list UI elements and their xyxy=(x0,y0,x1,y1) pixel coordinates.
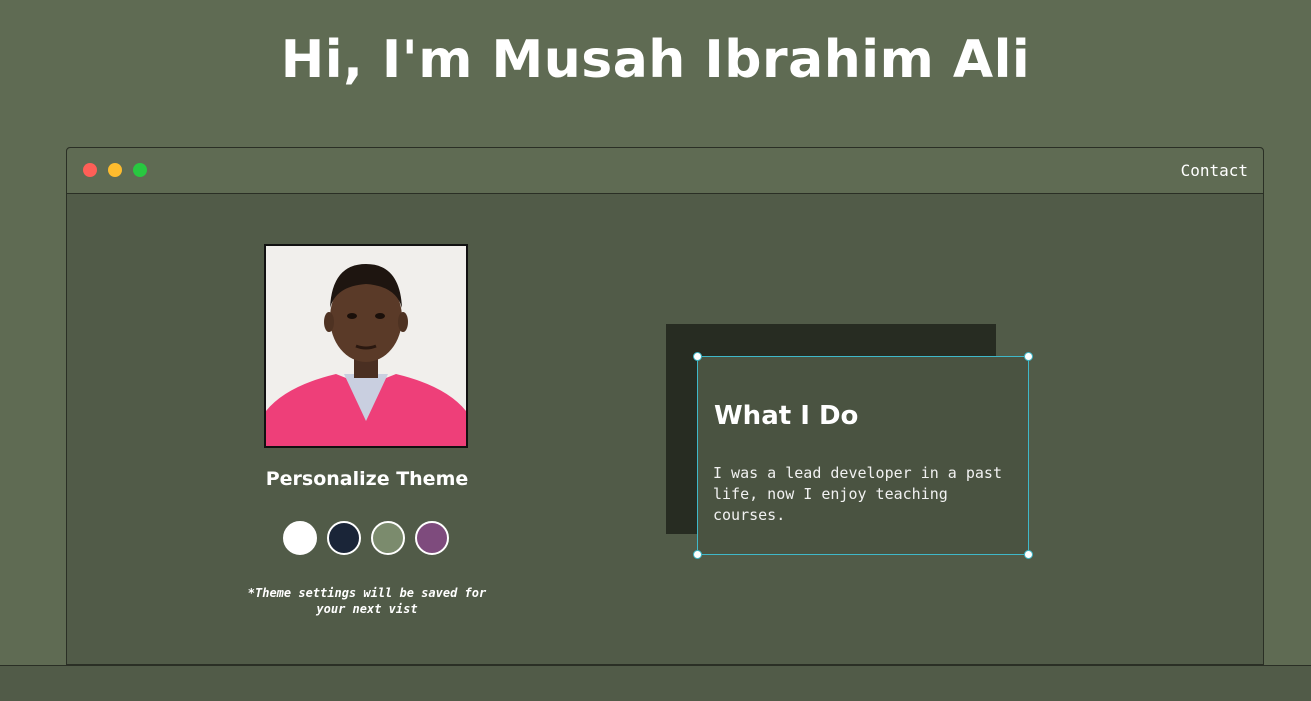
window-titlebar: Contact xyxy=(67,148,1263,194)
page-title: Hi, I'm Musah Ibrahim Ali xyxy=(280,30,1031,90)
close-window-icon[interactable] xyxy=(83,163,97,177)
contact-link[interactable]: Contact xyxy=(1181,161,1248,180)
theme-swatch-blue[interactable] xyxy=(327,521,361,555)
personalize-theme-heading: Personalize Theme xyxy=(265,468,469,490)
theme-swatch-green[interactable] xyxy=(371,521,405,555)
theme-note: *Theme settings will be saved for your n… xyxy=(247,586,487,616)
resize-handle-bottom-right[interactable] xyxy=(1024,550,1033,559)
maximize-window-icon[interactable] xyxy=(133,163,147,177)
profile-photo xyxy=(264,244,468,448)
what-i-do-text: I was a lead developer in a past life, n… xyxy=(713,464,1002,524)
resize-handle-bottom-left[interactable] xyxy=(693,550,702,559)
what-i-do-card: What I Do I was a lead developer in a pa… xyxy=(693,352,1033,559)
browser-window: Contact Personalize Theme *Theme setting… xyxy=(66,147,1264,665)
footer-band xyxy=(0,665,1311,701)
resize-handle-top-left[interactable] xyxy=(693,352,702,361)
theme-swatch-purple[interactable] xyxy=(415,521,449,555)
what-i-do-title: What I Do xyxy=(714,401,859,431)
theme-swatch-light[interactable] xyxy=(283,521,317,555)
minimize-window-icon[interactable] xyxy=(108,163,122,177)
person-portrait-icon xyxy=(266,246,466,446)
resize-handle-top-right[interactable] xyxy=(1024,352,1033,361)
